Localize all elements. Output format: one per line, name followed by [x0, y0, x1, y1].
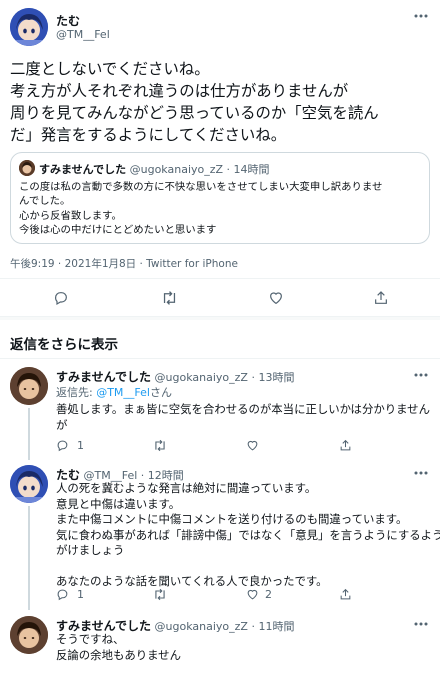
replying-to: 返信先: @TM__Felさん [56, 384, 172, 400]
reply-count: 1 [77, 588, 84, 601]
main-tweet-line: 周りを見てみんながどう思っているのか「空気を読ん [10, 104, 379, 122]
reply-author-avatar[interactable] [10, 367, 48, 405]
divider [0, 278, 440, 279]
reply-line: また中傷コメントに中傷コメントを送り付けるのも間違っています。 [56, 512, 408, 526]
dot-separator: · [226, 163, 231, 176]
main-tweet-line: 考え方が人それぞれ違うのは仕方がありませんが [10, 82, 349, 100]
dot-separator: · [251, 620, 255, 633]
more-options-icon[interactable] [414, 622, 428, 626]
main-tweet-line: だ」発言をするようにしてくださいね。 [10, 126, 287, 144]
reply-line: 反論の余地もありません [56, 647, 181, 662]
reply-author-name[interactable]: たむ [56, 468, 80, 482]
reply-line: 気に食わぬ事があれば「誹謗中傷」ではなく「意見」を言うようにするよう心 [56, 527, 440, 542]
more-options-icon[interactable] [414, 373, 428, 377]
reply-time[interactable]: 11時間 [258, 620, 294, 633]
reply-author-avatar[interactable] [10, 616, 48, 654]
more-options-icon[interactable] [414, 14, 428, 18]
reply-count: 1 [77, 439, 84, 452]
replying-to-prefix: 返信先: [56, 386, 97, 399]
reply-line: そうですね、 [56, 632, 125, 646]
reply-line: が [56, 417, 68, 432]
quoted-tweet-card[interactable]: すみませんでした @ugokanaiyo_zZ · 14時間 この度は私の言動で… [10, 152, 430, 244]
quoted-time: 14時間 [233, 163, 270, 176]
quoted-line: 今後は心の中だけにとどめたいと思います [19, 223, 217, 236]
dot-separator: · [251, 371, 255, 384]
quoted-line: 心から反省致します。 [19, 209, 122, 222]
thread-line [28, 408, 30, 460]
quoted-header: すみませんでした @ugokanaiyo_zZ · 14時間 [39, 161, 270, 177]
main-tweet-text: 二度としないでくださいね。 考え方が人それぞれ違うのは仕方がありませんが 周りを… [10, 58, 379, 146]
reply-line: がけましょう [56, 543, 125, 557]
reply-line: 意見と中傷は違います。 [56, 496, 181, 511]
main-author-name[interactable]: たむ [56, 12, 80, 29]
main-tweet-line: 二度としないでくださいね。 [10, 60, 210, 78]
reply-author-name[interactable]: すみませんでした [56, 619, 151, 633]
reply-author-handle[interactable]: @ugokanaiyo_zZ [155, 371, 248, 384]
quoted-line: この度は私の言動で多数の方に不快な思いをさせてしまい大変申し訳ありませ [19, 181, 383, 193]
reply-icon[interactable] [56, 439, 69, 452]
like-icon[interactable] [246, 588, 259, 601]
reply-text: 善処します。まぁ皆に空気を合わせるのが本当に正しいかは分かりません が [56, 402, 430, 433]
retweet-icon[interactable] [161, 290, 178, 306]
quoted-line: んでした。 [19, 195, 71, 208]
quoted-author-avatar [19, 160, 35, 176]
replying-to-suffix: さん [149, 386, 172, 399]
reply-text: そうですね、 反論の余地もありません [56, 632, 181, 663]
like-icon[interactable] [268, 290, 284, 306]
share-icon[interactable] [339, 439, 352, 452]
reply-line: 人の死を冀むような発言は絶対に間違っています。 [56, 481, 317, 495]
tweet-meta[interactable]: 午後9:19 · 2021年1月8日 · Twitter for iPhone [10, 256, 238, 271]
reply-header: すみませんでした @ugokanaiyo_zZ · 13時間 [56, 368, 294, 385]
quoted-tweet-text: この度は私の言動で多数の方に不快な思いをさせてしまい大変申し訳ありませ んでした… [19, 180, 382, 237]
reply-author-name[interactable]: すみませんでした [56, 370, 151, 384]
share-icon[interactable] [339, 588, 352, 601]
replying-to-handle[interactable]: @TM__Fel [96, 386, 150, 399]
divider [0, 358, 440, 359]
reply-author-avatar[interactable] [10, 465, 48, 503]
reply-icon[interactable] [53, 290, 69, 306]
reply-line [56, 559, 440, 575]
show-more-replies[interactable]: 返信をさらに表示 [10, 333, 118, 353]
retweet-icon[interactable] [153, 439, 167, 452]
main-author-avatar[interactable] [10, 8, 48, 46]
quoted-author-handle: @ugokanaiyo_zZ [129, 163, 224, 176]
reply-text: 人の死を冀むような発言は絶対に間違っています。 意見と中傷は違います。 また中傷… [56, 481, 440, 590]
more-options-icon[interactable] [414, 471, 428, 475]
reply-icon[interactable] [56, 588, 69, 601]
quoted-author-name: すみませんでした [39, 163, 127, 176]
reply-time[interactable]: 13時間 [258, 371, 294, 384]
reply-line: 善処します。まぁ皆に空気を合わせるのが本当に正しいかは分かりません [56, 402, 430, 416]
section-separator [0, 316, 440, 320]
retweet-icon[interactable] [153, 588, 167, 601]
like-icon[interactable] [246, 439, 259, 452]
like-count: 2 [265, 588, 272, 601]
thread-line [28, 506, 30, 610]
main-author-handle[interactable]: @TM__Fel [56, 28, 110, 41]
share-icon[interactable] [373, 290, 389, 306]
